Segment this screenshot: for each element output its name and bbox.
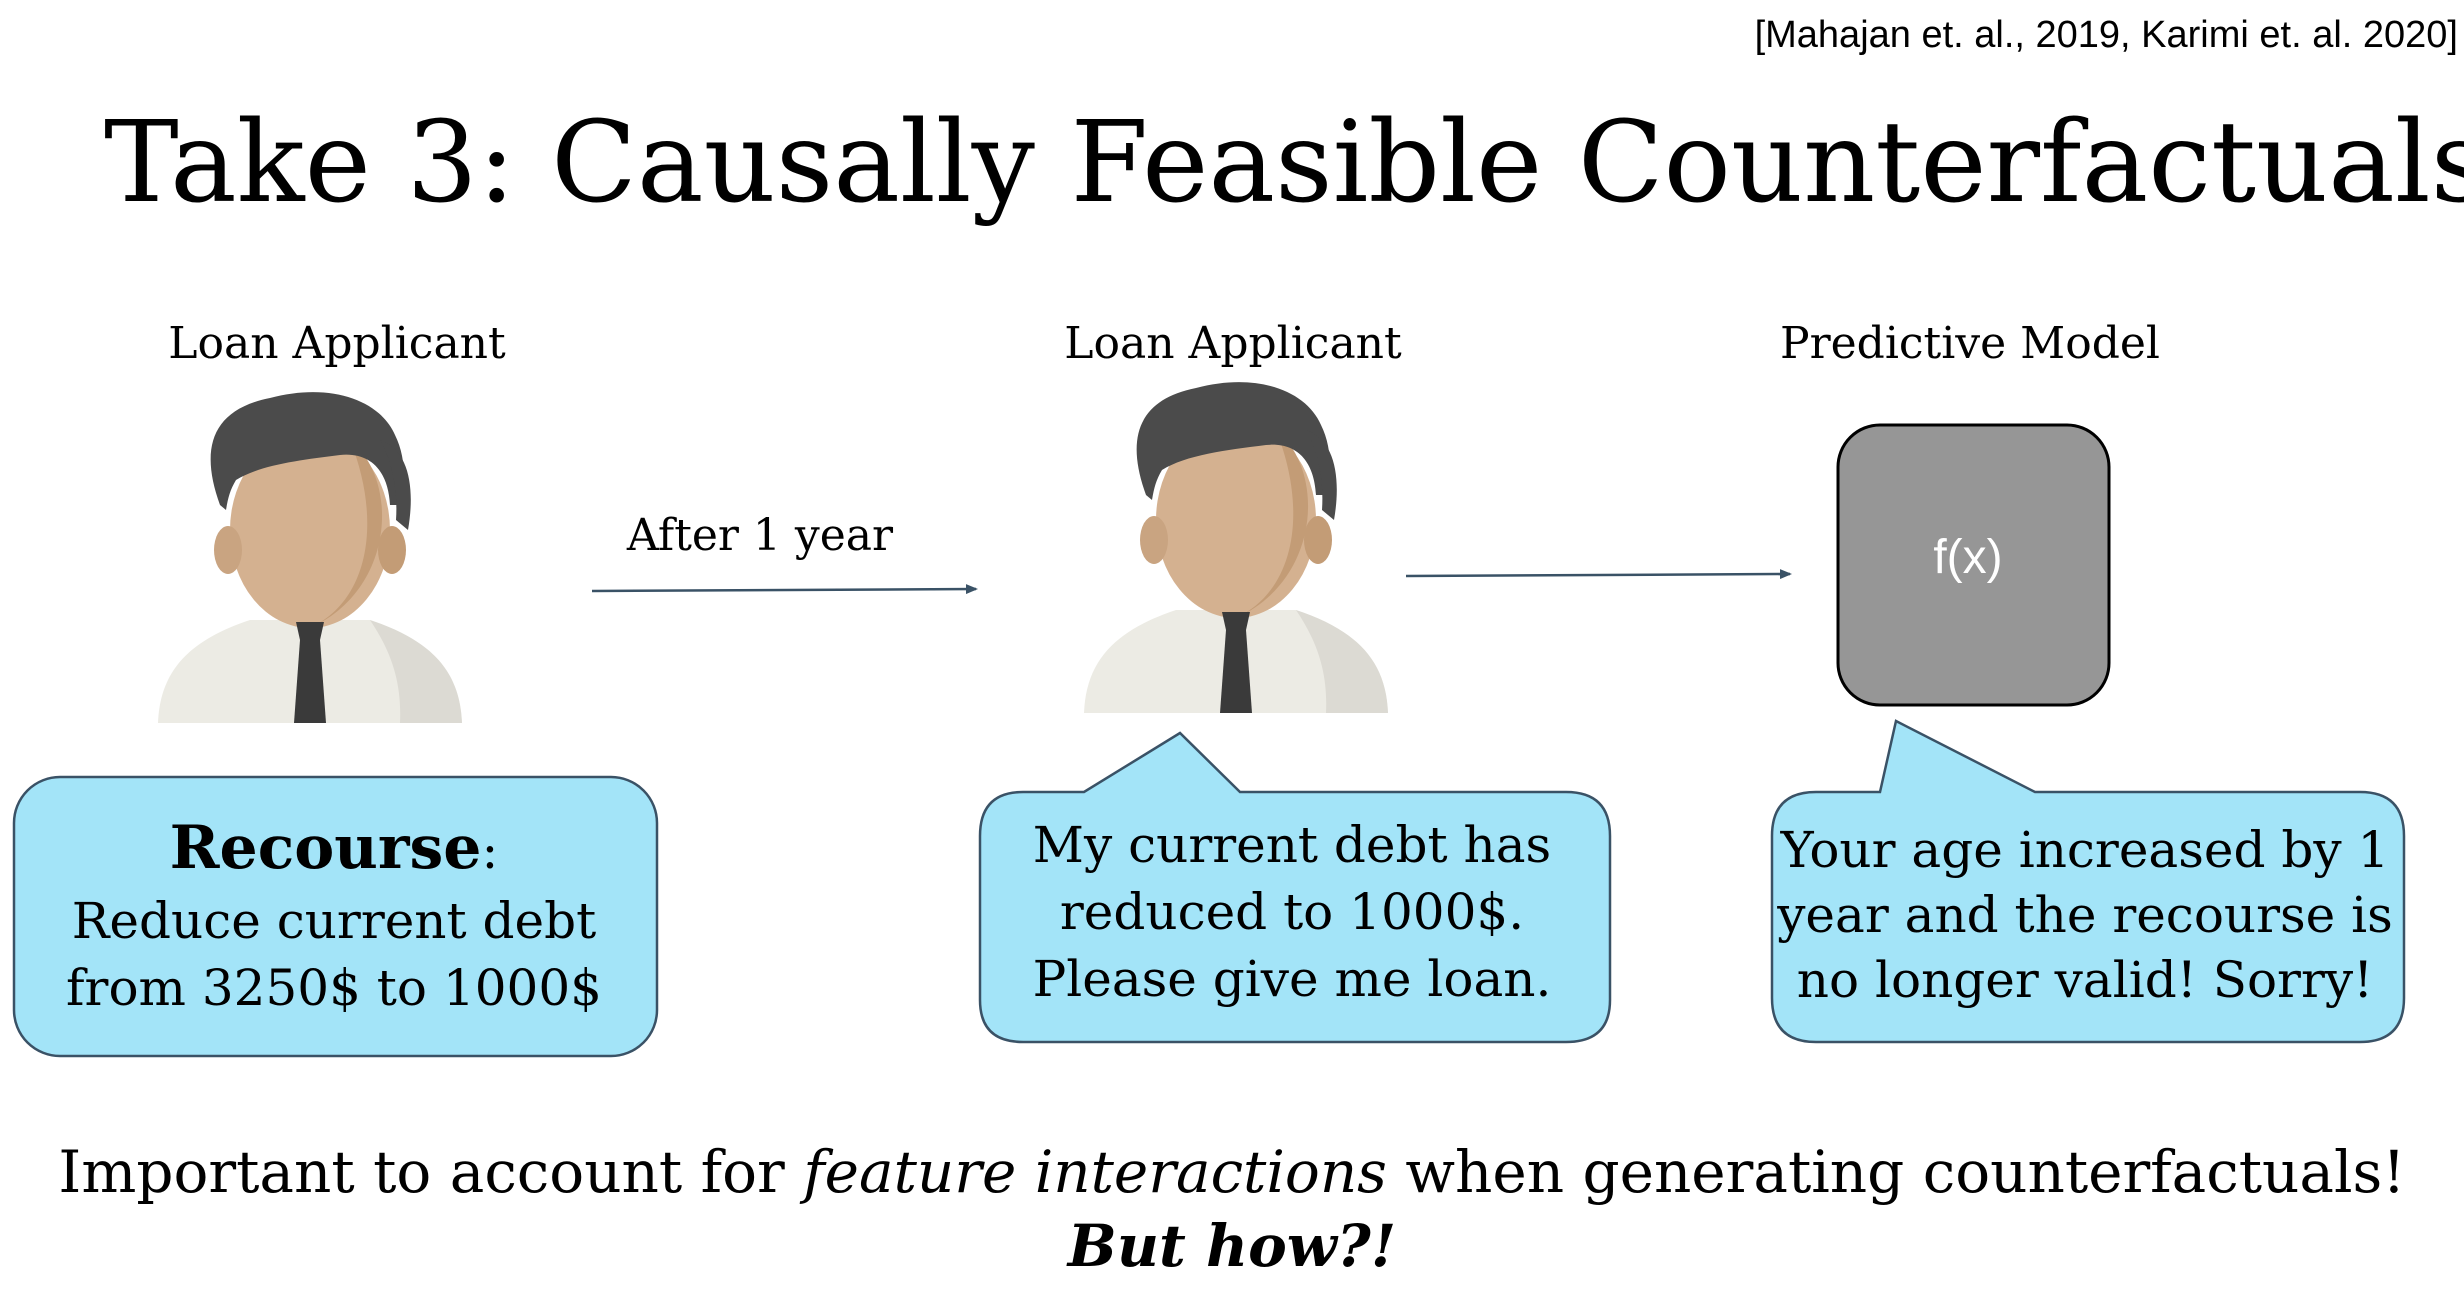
arrow-after-1-year	[591, 584, 978, 595]
model-line-1: Your age increased by 1	[1780, 821, 2390, 879]
recourse-line-2: from 3250$ to 1000$	[66, 959, 602, 1018]
applicant-line-1: My current debt has	[1032, 816, 1552, 874]
recourse-line-1: Reduce current debt	[71, 892, 597, 951]
conclusion-after: when generating counterfactuals!	[1386, 1138, 2406, 1206]
applicant-line-2: reduced to 1000$.	[1059, 883, 1525, 941]
conclusion-emphasis: feature interactions	[803, 1138, 1387, 1206]
conclusion-before: Important to account for	[58, 1138, 804, 1206]
slide-title: Take 3: Causally Feasible Counterfactual…	[104, 98, 2464, 228]
label-after-1-year: After 1 year	[626, 510, 894, 561]
recourse-heading: Recourse	[169, 813, 482, 883]
person-icon-applicant-1	[158, 392, 462, 723]
bubble-recourse-text: Recourse: Reduce current debt from 3250$…	[14, 808, 654, 1022]
arrow-to-model	[1405, 569, 1792, 580]
applicant-line-3: Please give me loan.	[1032, 950, 1552, 1008]
label-loan-applicant-2: Loan Applicant	[1064, 318, 1402, 369]
conclusion-line: Important to account for feature interac…	[0, 1138, 2464, 1206]
model-line-2: year and the recourse is	[1777, 886, 2393, 944]
citation: [Mahajan et. al., 2019, Karimi et. al. 2…	[1754, 14, 2458, 56]
model-line-3: no longer valid! Sorry!	[1796, 951, 2374, 1009]
recourse-heading-colon: :	[481, 822, 499, 880]
label-loan-applicant-1: Loan Applicant	[168, 318, 506, 369]
label-predictive-model: Predictive Model	[1779, 318, 2160, 369]
person-icon-applicant-2	[1084, 382, 1388, 713]
bubble-model-text: Your age increased by 1 year and the rec…	[1771, 818, 2399, 1013]
conclusion-question: But how?!	[1067, 1212, 1397, 1280]
bubble-applicant-text: My current debt has reduced to 1000$. Pl…	[978, 812, 1606, 1013]
model-formula: f(x)	[1933, 531, 2003, 584]
